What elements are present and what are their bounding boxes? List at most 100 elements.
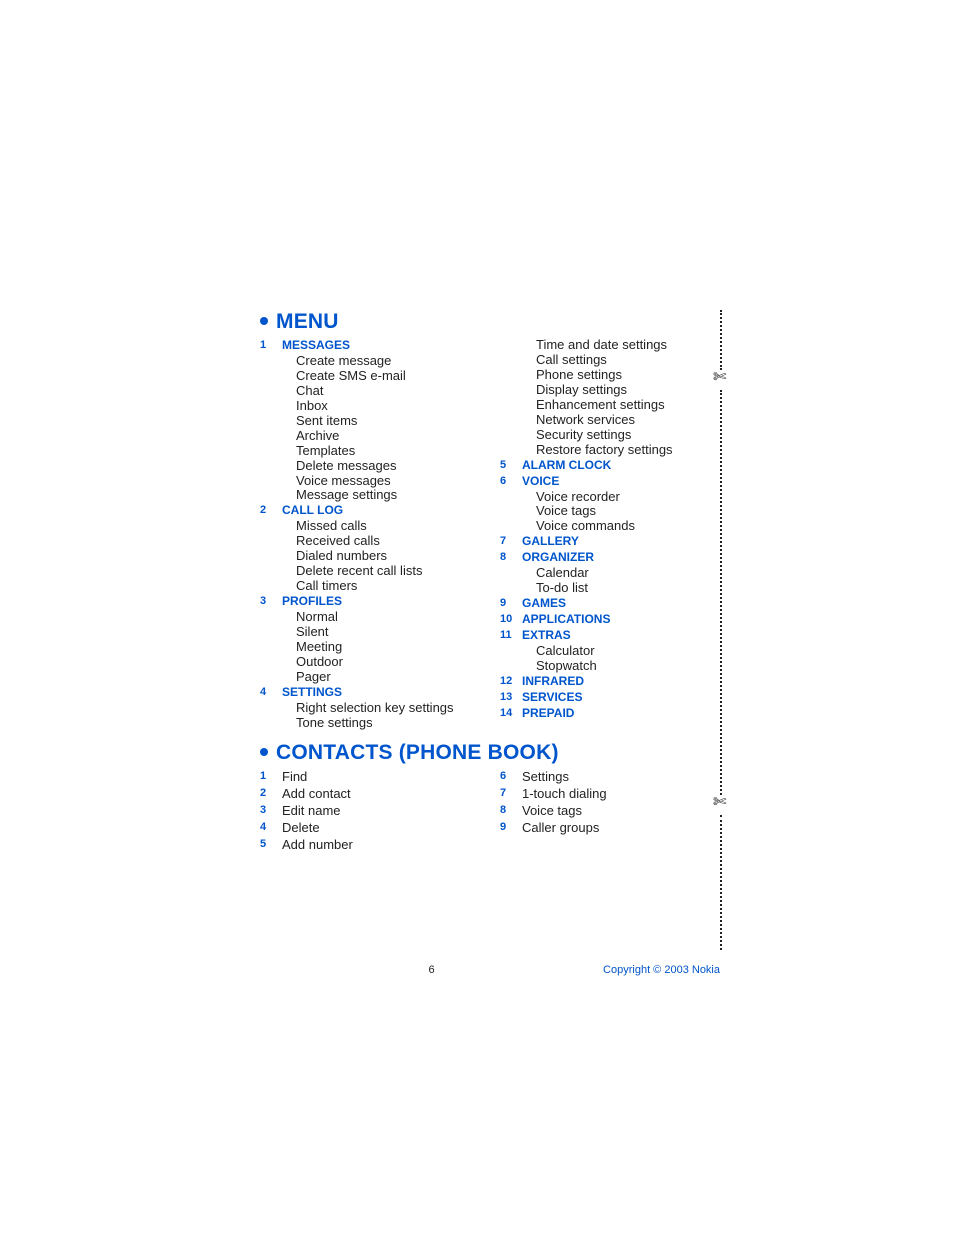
heading-text: MENU <box>276 310 339 333</box>
sub-item: Calculator <box>536 644 720 659</box>
sub-item: Templates <box>296 444 480 459</box>
entry-title: GAMES <box>522 596 566 610</box>
entry-title: Find <box>282 769 307 784</box>
menu-entry: 8Voice tags <box>500 803 720 818</box>
sub-item: Chat <box>296 384 480 399</box>
entry-title: APPLICATIONS <box>522 612 610 626</box>
heading-text: CONTACTS (PHONE BOOK) <box>276 741 559 764</box>
page-number: 6 <box>260 964 603 976</box>
sub-items: Right selection key settingsTone setting… <box>296 701 480 731</box>
section-heading-menu: MENU <box>260 310 720 334</box>
entry-title: ORGANIZER <box>522 550 594 564</box>
entry-title: Edit name <box>282 803 341 818</box>
entry-title: MESSAGES <box>282 338 350 352</box>
sub-items: Create messageCreate SMS e-mailChatInbox… <box>296 354 480 503</box>
menu-entry: 11EXTRAS <box>500 628 720 642</box>
entry-title: PREPAID <box>522 706 574 720</box>
sub-item: Restore factory settings <box>536 443 720 458</box>
entry-title: Add number <box>282 837 353 852</box>
sub-item: Tone settings <box>296 716 480 731</box>
entry-title: Add contact <box>282 786 351 801</box>
entry-title: INFRARED <box>522 674 584 688</box>
menu-entry: 8ORGANIZER <box>500 550 720 564</box>
menu-entry: 1MESSAGES <box>260 338 480 352</box>
sub-item: Sent items <box>296 414 480 429</box>
entry-title: GALLERY <box>522 534 579 548</box>
entry-number: 2 <box>260 503 282 516</box>
column: 1MESSAGES Create messageCreate SMS e-mail… <box>260 338 480 731</box>
menu-entry: 6VOICE <box>500 474 720 488</box>
sub-item: Inbox <box>296 399 480 414</box>
menu-entry: 4SETTINGS <box>260 685 480 699</box>
section-heading-contacts: CONTACTS (PHONE BOOK) <box>260 741 720 765</box>
sub-item: Delete recent call lists <box>296 564 480 579</box>
bullet-icon <box>260 748 268 756</box>
sub-item: Phone settings <box>536 368 720 383</box>
entry-number: 8 <box>500 803 522 816</box>
page-content: MENU 1MESSAGESCreate messageCreate SMS e… <box>260 310 720 854</box>
entry-number: 6 <box>500 474 522 487</box>
page-footer: 6 Copyright © 2003 Nokia <box>260 964 720 976</box>
sub-item: Meeting <box>296 640 480 655</box>
sub-item: Pager <box>296 670 480 685</box>
sub-items: NormalSilentMeetingOutdoorPager <box>296 610 480 685</box>
menu-entry: 2CALL LOG <box>260 503 480 517</box>
entry-title: 1-touch dialing <box>522 786 607 801</box>
entry-number: 6 <box>500 769 522 782</box>
sub-items: CalculatorStopwatch <box>536 644 720 674</box>
entry-title: Voice tags <box>522 803 582 818</box>
menu-entry: 13SERVICES <box>500 690 720 704</box>
sub-item: Network services <box>536 413 720 428</box>
entry-number: 5 <box>260 837 282 850</box>
entry-number: 10 <box>500 612 522 625</box>
menu-entry: 14PREPAID <box>500 706 720 720</box>
menu-entry: 2Add contact <box>260 786 480 801</box>
section-menu: MENU 1MESSAGES Create messageCreate SMS e… <box>260 310 720 731</box>
entry-number: 8 <box>500 550 522 563</box>
sub-item: Dialed numbers <box>296 549 480 564</box>
entry-number: 13 <box>500 690 522 703</box>
sub-item: Voice tags <box>536 504 720 519</box>
sub-item: Missed calls <box>296 519 480 534</box>
sub-items: CalendarTo-do list <box>536 566 720 596</box>
sub-item: To-do list <box>536 581 720 596</box>
dotted-line <box>720 310 724 370</box>
sub-item: Voice recorder <box>536 490 720 505</box>
entry-title: CALL LOG <box>282 503 343 517</box>
entry-number: 3 <box>260 803 282 816</box>
menu-entry: 10APPLICATIONS <box>500 612 720 626</box>
entry-number: 3 <box>260 594 282 607</box>
menu-entry: 3Edit name <box>260 803 480 818</box>
entry-number: 7 <box>500 534 522 547</box>
sub-item: Create message <box>296 354 480 369</box>
sub-item: Voice messages <box>296 474 480 489</box>
menu-entry: 4Delete <box>260 820 480 835</box>
entry-number: 11 <box>500 628 522 641</box>
sub-item: Call settings <box>536 353 720 368</box>
entry-title: VOICE <box>522 474 559 488</box>
entry-number: 12 <box>500 674 522 687</box>
sub-item: Time and date settings <box>536 338 720 353</box>
sub-item: Enhancement settings <box>536 398 720 413</box>
menu-entry: 12INFRARED <box>500 674 720 688</box>
scissors-icon: ✄ <box>713 370 726 386</box>
menu-entry: 5ALARM CLOCK <box>500 458 720 472</box>
menu-entry: 5Add number <box>260 837 480 852</box>
menu-entry: 9GAMES <box>500 596 720 610</box>
entry-number: 1 <box>260 338 282 351</box>
menu-entry: 6Settings <box>500 769 720 784</box>
cut-line: ✄ ✄ <box>715 310 735 950</box>
copyright-text: Copyright © 2003 Nokia <box>603 964 720 976</box>
sub-item: Voice commands <box>536 519 720 534</box>
sub-items: Voice recorderVoice tagsVoice commands <box>536 490 720 535</box>
entry-title: Delete <box>282 820 320 835</box>
entry-number: 1 <box>260 769 282 782</box>
entry-number: 4 <box>260 685 282 698</box>
menu-entry: 7GALLERY <box>500 534 720 548</box>
sub-item: Message settings <box>296 488 480 503</box>
sub-item: Silent <box>296 625 480 640</box>
contacts-columns: 1Find 2Add contact 3Edit name 4Delete 5Add n… <box>260 769 720 854</box>
column: Time and date settingsCall settingsPhone… <box>500 338 720 731</box>
entry-title: SETTINGS <box>282 685 342 699</box>
sub-item: Outdoor <box>296 655 480 670</box>
